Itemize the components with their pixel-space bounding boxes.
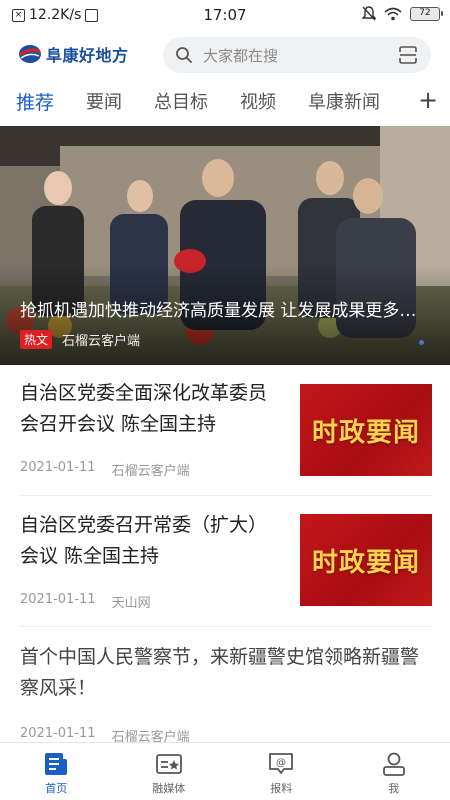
status-bar: × 12.2K/s 17:07 72	[0, 0, 450, 30]
tabs-fade	[380, 82, 420, 120]
scan-icon[interactable]	[397, 44, 419, 66]
nav-report-label: 报料	[270, 782, 293, 795]
nav-profile-label: 我	[388, 782, 400, 795]
news-title: 自治区党委全面深化改革委员会召开会议 陈全国主持	[20, 382, 268, 435]
thumbnail-text: 时政要闻	[311, 417, 420, 448]
add-channel-icon[interactable]: +	[416, 86, 440, 114]
screenshot-notification-icon	[85, 8, 99, 22]
nav-media-label: 融媒体	[152, 782, 186, 795]
network-speed: 12.2K/s	[29, 7, 82, 23]
thumbnail-text: 时政要闻	[311, 547, 420, 578]
report-chat-icon: @	[269, 753, 294, 774]
news-item[interactable]: 首个中国人民警察节，来新疆警史馆领略新疆警察风采！ 2021-01-11 石榴云…	[20, 632, 432, 748]
channel-tabs: 推荐 要闻 总目标 视频 阜康新闻 +	[0, 82, 450, 120]
hot-badge: 热文	[20, 330, 53, 349]
logo-globe-icon	[19, 45, 41, 63]
tab-recommend[interactable]: 推荐	[16, 88, 54, 115]
nav-report[interactable]: @ 报料	[225, 743, 338, 800]
news-meta: 2021-01-11 石榴云客户端	[20, 460, 190, 479]
status-right: 72	[362, 6, 443, 22]
wifi-icon	[384, 7, 402, 21]
news-source: 石榴云客户端	[111, 464, 190, 479]
app-name: 阜康好地方	[46, 46, 129, 65]
hero-meta: 热文 石榴云客户端	[20, 330, 140, 349]
news-item[interactable]: 自治区党委召开常委（扩大）会议 陈全国主持 2021-01-11 天山网 时政要…	[20, 500, 432, 627]
app-logo[interactable]: 阜康好地方	[18, 42, 158, 66]
hero-title: 抢抓机遇加快推动经济高质量发展 让发展成果更多更公平惠及各族群众	[20, 301, 430, 321]
media-card-icon	[155, 754, 182, 774]
news-thumbnail: 时政要闻	[300, 514, 432, 606]
search-icon	[176, 47, 192, 63]
profile-icon	[382, 752, 405, 776]
search-bar[interactable]: 大家都在搜	[163, 37, 431, 73]
news-title: 自治区党委召开常委（扩大）会议 陈全国主持	[20, 514, 268, 567]
home-news-icon	[45, 753, 68, 775]
mute-bell-icon	[362, 6, 376, 21]
nav-media[interactable]: 融媒体	[113, 743, 226, 800]
news-date: 2021-01-11	[20, 592, 96, 607]
news-thumbnail: 时政要闻	[300, 384, 432, 476]
news-date: 2021-01-11	[20, 460, 96, 475]
status-left: × 12.2K/s	[12, 7, 99, 23]
hero-banner[interactable]: 抢抓机遇加快推动经济高质量发展 让发展成果更多更公平惠及各族群众 热文 石榴云客…	[0, 126, 450, 365]
tab-video[interactable]: 视频	[240, 88, 276, 114]
app-header: 阜康好地方 大家都在搜	[0, 30, 450, 78]
nav-profile[interactable]: 我	[338, 743, 450, 800]
nav-home[interactable]: 首页	[0, 743, 113, 800]
nav-home-label: 首页	[45, 782, 68, 795]
svg-text:@: @	[276, 758, 286, 769]
tab-headlines[interactable]: 要闻	[86, 88, 122, 114]
hero-source: 石榴云客户端	[62, 334, 141, 349]
news-meta: 2021-01-11 天山网	[20, 592, 151, 611]
tab-fukang-news[interactable]: 阜康新闻	[308, 88, 380, 114]
search-placeholder: 大家都在搜	[203, 46, 279, 65]
news-title: 首个中国人民警察节，来新疆警史馆领略新疆警察风采！	[20, 646, 420, 699]
bottom-navigation: 首页 融媒体 @ 报料 我	[0, 742, 450, 800]
battery-icon: 72	[410, 7, 443, 21]
carousel-indicator	[419, 340, 424, 345]
news-source: 天山网	[111, 596, 151, 611]
tab-general-goal[interactable]: 总目标	[154, 88, 208, 114]
notification-x-icon: ×	[12, 8, 25, 22]
news-item[interactable]: 自治区党委全面深化改革委员会召开会议 陈全国主持 2021-01-11 石榴云客…	[20, 370, 432, 496]
